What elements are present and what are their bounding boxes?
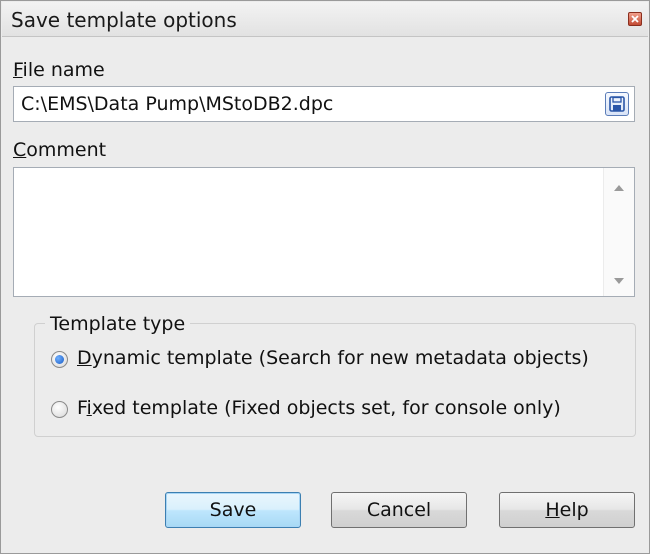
comment-label: Comment — [13, 139, 107, 161]
dialog-title: Save template options — [11, 8, 237, 32]
cancel-button[interactable]: Cancel — [331, 492, 467, 528]
save-button[interactable]: Save — [165, 492, 301, 528]
close-button[interactable] — [628, 12, 642, 26]
comment-scrollbar[interactable] — [603, 168, 634, 296]
scroll-down-icon[interactable] — [614, 278, 624, 284]
radio-fixed-label: Fixed template (Fixed objects set, for c… — [77, 397, 561, 419]
scroll-up-icon[interactable] — [614, 185, 624, 191]
title-bar[interactable]: Save template options — [2, 2, 648, 37]
radio-button-checked[interactable] — [51, 351, 68, 368]
file-name-value: C:\EMS\Data Pump\MStoDB2.dpc — [21, 93, 334, 115]
comment-textarea[interactable] — [13, 167, 635, 297]
radio-dynamic-label: Dynamic template (Search for new metadat… — [77, 347, 589, 369]
template-type-group — [34, 323, 636, 437]
save-template-dialog: Save template options File name C:\EMS\D… — [0, 0, 650, 554]
file-name-input[interactable]: C:\EMS\Data Pump\MStoDB2.dpc — [13, 86, 635, 122]
radio-dot-icon — [55, 355, 64, 364]
close-icon — [631, 15, 639, 23]
floppy-disk-icon — [609, 96, 625, 112]
template-type-legend: Template type — [45, 313, 191, 335]
file-name-label: File name — [13, 59, 105, 81]
browse-save-button[interactable] — [605, 92, 629, 116]
radio-button-unchecked[interactable] — [51, 401, 68, 418]
help-button[interactable]: Help — [499, 492, 635, 528]
